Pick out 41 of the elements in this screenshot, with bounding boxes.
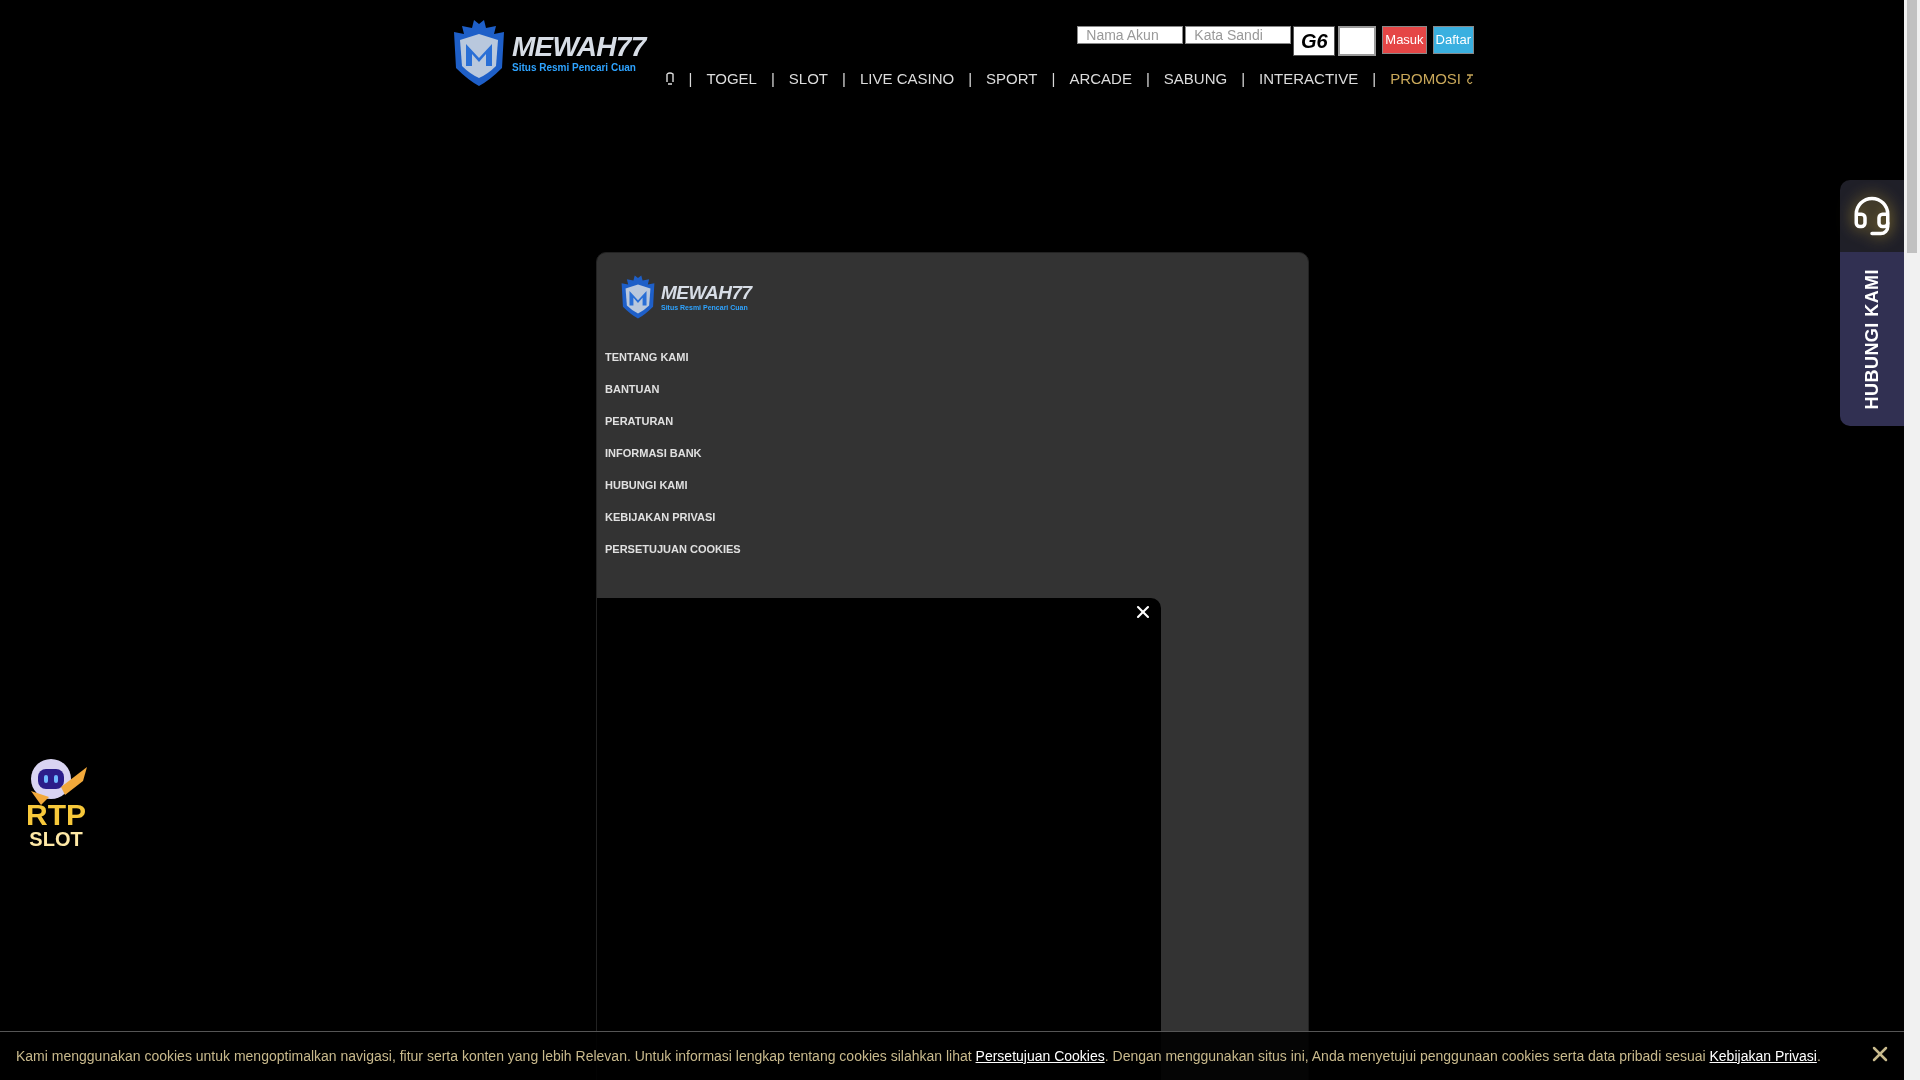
nav-link[interactable]: PROMOSI (1377, 68, 1474, 91)
captcha-image: G6 (1293, 26, 1336, 56)
nav-link[interactable]: SPORT (973, 68, 1051, 91)
slot-label: SLOT (29, 829, 83, 849)
footer-menu-link[interactable]: KEBIJAKAN PRIVASI (605, 509, 716, 526)
nav-separator: | (1241, 69, 1246, 89)
shield-icon (619, 275, 657, 319)
nav-link[interactable]: TOGEL (693, 68, 770, 91)
logo-tagline: Situs Resmi Pencari Cuan (512, 63, 637, 74)
nav-separator: | (842, 69, 846, 89)
nav-separator: | (968, 69, 973, 89)
cookie-policy-link[interactable]: Persetujuan Cookies (975, 1047, 1105, 1064)
contact-tab[interactable]: HUBUNGI KAMI (1840, 252, 1904, 426)
nav-separator: | (770, 69, 775, 89)
footer-menu-link[interactable]: BANTUAN (605, 381, 660, 398)
footer-menu-link[interactable]: HUBUNGI KAMI (605, 477, 688, 494)
nav-link[interactable]: SABUNG (1150, 68, 1241, 91)
captcha-field[interactable] (1338, 26, 1377, 56)
username-field[interactable]: Nama Akun (1077, 26, 1184, 44)
footer-menu-link[interactable]: PERATURAN (605, 413, 674, 430)
nav-separator: | (1051, 69, 1056, 89)
rtp-label: RTP (26, 801, 86, 829)
cookie-notice: Kami menggunakan cookies untuk mengoptimalkan navigasi, fitur serta konten yang lebih Relevan. Untuk informasi lengkap tentang cookies silahkan lihat Persetujuan Cookies. Dengan menggunakan situs ini, Anda menyetujui penggunaan cookies serta data pribadi sesuai Kebijakan Privasi. (16, 1046, 1821, 1066)
scrollbar[interactable] (1904, 0, 1920, 1080)
rtp-slot-badge[interactable]: RTP SLOT (10, 757, 102, 857)
nav-link[interactable]: LIVE CASINO (846, 68, 968, 91)
footer-menu-link[interactable]: INFORMASI BANK (605, 445, 702, 462)
nav-link[interactable]: SLOT (775, 68, 842, 91)
logo-wordmark: MEWAH77 (512, 33, 646, 62)
footer-menu-link[interactable]: PERSETUJUAN COOKIES (605, 541, 741, 558)
nav-separator: | (1372, 69, 1377, 89)
footer-menu-link[interactable]: TENTANG KAMI (605, 349, 689, 366)
login-button[interactable]: Masuk (1382, 26, 1427, 54)
logo-wordmark: MEWAH77 (661, 283, 752, 302)
cookie-policy-link[interactable]: Kebijakan Privasi (1709, 1047, 1817, 1064)
password-field[interactable]: Kata Sandi (1185, 26, 1292, 44)
nav-link[interactable]: ARCADE (1056, 68, 1145, 91)
nav-separator: | (1145, 69, 1150, 89)
headset-button[interactable] (1840, 180, 1904, 252)
nav-link[interactable]: INTERACTIVE (1246, 68, 1372, 91)
nav-separator: | (688, 69, 693, 89)
